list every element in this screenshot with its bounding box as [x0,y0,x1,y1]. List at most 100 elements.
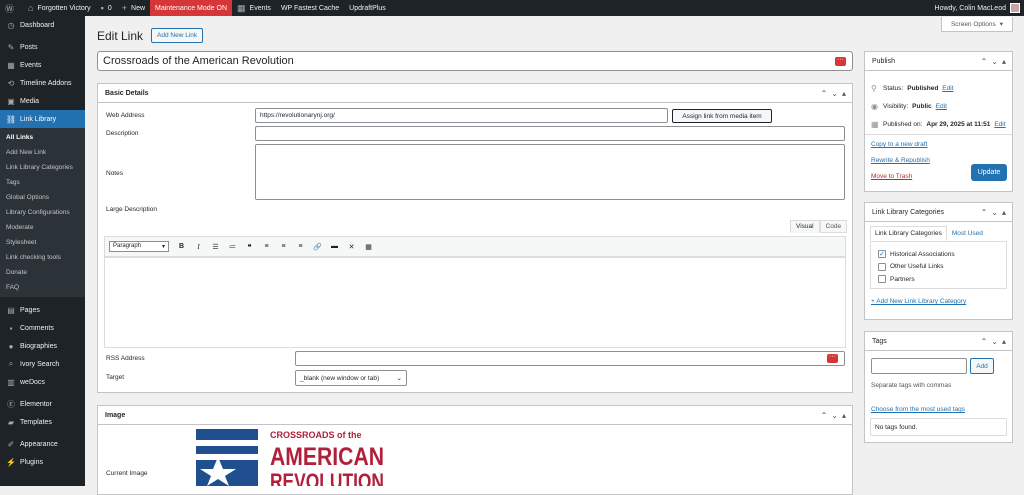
password-manager-icon[interactable]: ··· [835,56,846,66]
edit-status-link[interactable]: Edit [942,85,953,92]
move-up-icon[interactable]: ⌃ [981,57,988,66]
submenu-item-all-links[interactable]: All Links [0,130,85,145]
tab-code[interactable]: Code [819,220,848,233]
screen-options-button[interactable]: Screen Options ▾ [941,17,1013,32]
sidebar-item-appearance[interactable]: ✐ Appearance [0,435,85,453]
category-item[interactable]: ✓ Historical Associations [871,248,1006,261]
add-category-link[interactable]: + Add New Link Library Category [871,298,966,305]
align-left-icon[interactable]: ≡ [262,243,271,250]
move-up-icon[interactable]: ⌃ [981,208,988,217]
wordpress-logo[interactable]: Ⓦ [0,0,23,16]
category-checkbox[interactable]: ✓ [878,250,886,259]
move-up-icon[interactable]: ⌃ [981,337,988,346]
link-title-input[interactable]: Crossroads of the American Revolution [97,51,853,71]
add-tag-button[interactable]: Add [970,358,994,374]
edit-visibility-link[interactable]: Edit [936,103,947,110]
submenu-item-moderate[interactable]: Moderate [0,220,85,235]
tab-visual[interactable]: Visual [790,220,820,233]
rss-address-input[interactable] [295,351,845,366]
sidebar-item-media[interactable]: ▣ Media [0,92,85,110]
sidebar-item-biographies[interactable]: ● Biographies [0,337,85,355]
sidebar-item-label: Elementor [20,400,52,408]
toggle-panel-icon[interactable]: ▴ [842,89,846,98]
add-new-link-button[interactable]: Add New Link [151,28,204,43]
category-item[interactable]: Other Useful Links [871,261,1006,274]
sidebar-item-plugins[interactable]: ⚡ Plugins [0,453,85,471]
move-down-icon[interactable]: ⌄ [831,89,838,98]
category-item[interactable]: Partners [871,273,1006,286]
description-input[interactable] [255,126,845,141]
read-more-icon[interactable]: ▬ [330,243,339,250]
submenu-item-donate[interactable]: Donate [0,265,85,280]
tag-input[interactable] [871,358,967,374]
submenu-item-faq[interactable]: FAQ [0,280,85,295]
comments-link[interactable]: ▪ 0 [96,0,117,16]
password-manager-icon[interactable]: ··· [827,353,838,363]
maintenance-mode-link[interactable]: Maintenance Mode ON [150,0,233,16]
update-button[interactable]: Update [971,164,1007,181]
copy-draft-link[interactable]: Copy to a new draft [871,141,927,148]
italic-icon[interactable]: I [194,243,203,251]
align-right-icon[interactable]: ≡ [296,243,305,250]
move-down-icon[interactable]: ⌄ [991,337,998,346]
sidebar-item-elementor[interactable]: Ⓔ Elementor [0,395,85,413]
sidebar-item-templates[interactable]: ▰ Templates [0,413,85,431]
sidebar-item-events[interactable]: ▦ Events [0,56,85,74]
rewrite-republish-link[interactable]: Rewrite & Republish [871,157,930,164]
format-select[interactable]: Paragraph ▾ [109,241,169,252]
assign-media-button[interactable]: Assign link from media item [672,109,772,123]
submenu-item-add-new-link[interactable]: Add New Link [0,145,85,160]
submenu-item-global-options[interactable]: Global Options [0,190,85,205]
bold-icon[interactable]: B [177,243,186,250]
link-icon[interactable]: 🔗 [313,243,322,251]
updraftplus-link[interactable]: UpdraftPlus [344,0,391,16]
blockquote-icon[interactable]: ❝ [245,243,254,251]
notes-textarea[interactable] [255,144,845,200]
edit-date-link[interactable]: Edit [994,121,1005,128]
move-up-icon[interactable]: ⌃ [821,411,828,420]
move-up-icon[interactable]: ⌃ [821,89,828,98]
toggle-panel-icon[interactable]: ▴ [842,411,846,420]
fastest-cache-link[interactable]: WP Fastest Cache [276,0,344,16]
sidebar-item-timeline-addons[interactable]: ⟲ Timeline Addons [0,74,85,92]
site-name-link[interactable]: ⌂ Forgotten Victory [23,0,96,16]
category-checkbox[interactable] [878,275,886,284]
toggle-panel-icon[interactable]: ▴ [1002,208,1006,217]
submenu-item-stylesheet[interactable]: Stylesheet [0,235,85,250]
large-description-editor[interactable] [104,257,846,348]
move-to-trash-link[interactable]: Move to Trash [871,173,912,180]
new-content-link[interactable]: + New [117,0,150,16]
toolbar-toggle-icon[interactable]: ▦ [364,243,373,251]
sidebar-item-ivory-search[interactable]: ⌕ Ivory Search [0,355,85,373]
align-center-icon[interactable]: ≡ [279,243,288,250]
sidebar-item-dashboard[interactable]: ◷ Dashboard [0,16,85,34]
toggle-panel-icon[interactable]: ▴ [1002,57,1006,66]
sidebar-item-pages[interactable]: ▤ Pages [0,301,85,319]
docs-icon: ▥ [7,377,15,387]
choose-tags-link[interactable]: Choose from the most used tags [871,406,965,413]
move-down-icon[interactable]: ⌄ [991,57,998,66]
fullscreen-icon[interactable]: ✕ [347,243,356,251]
toggle-panel-icon[interactable]: ▴ [1002,337,1006,346]
submenu-item-library-configurations[interactable]: Library Configurations [0,205,85,220]
submenu-item-link-checking-tools[interactable]: Link checking tools [0,250,85,265]
move-down-icon[interactable]: ⌄ [991,208,998,217]
move-down-icon[interactable]: ⌄ [831,411,838,420]
category-tabs: Link Library Categories Most Used [870,226,988,241]
numbered-list-icon[interactable]: ≔ [228,243,237,251]
bullet-list-icon[interactable]: ☰ [211,243,220,251]
sidebar-item-link-library[interactable]: ⛓ Link Library [0,110,85,128]
sidebar-item-comments[interactable]: ▪ Comments [0,319,85,337]
submenu-item-tags[interactable]: Tags [0,175,85,190]
sidebar-item-posts[interactable]: ✎ Posts [0,38,85,56]
category-checkbox[interactable] [878,262,886,271]
account-menu[interactable]: Howdy, Colin MacLeod [935,3,1024,13]
sidebar-item-wedocs[interactable]: ▥ weDocs [0,373,85,391]
events-link[interactable]: ▦ Events [232,0,276,16]
web-address-input[interactable]: https://revolutionarynj.org/ [255,108,668,123]
notes-label: Notes [106,170,123,177]
tab-most-used[interactable]: Most Used [947,226,988,241]
target-select[interactable]: _blank (new window or tab) ⌄ [295,370,407,386]
tab-all-categories[interactable]: Link Library Categories [870,226,947,241]
submenu-item-link-library-categories[interactable]: Link Library Categories [0,160,85,175]
